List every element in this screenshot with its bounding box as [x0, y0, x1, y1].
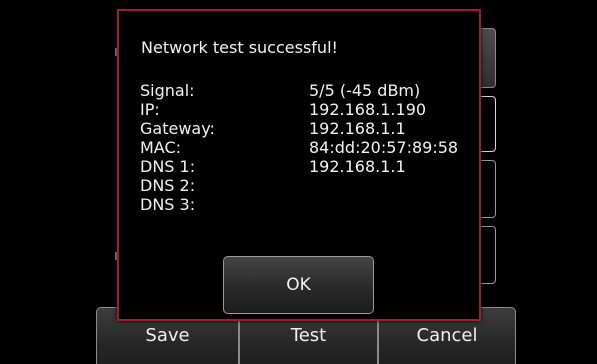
signal-row: Signal: 5/5 (-45 dBm) [140, 81, 470, 100]
signal-value: 5/5 (-45 dBm) [309, 81, 421, 100]
dns1-label: DNS 1: [140, 157, 196, 176]
network-test-dialog: Network test successful! Signal: 5/5 (-4… [117, 9, 481, 321]
dns1-row: DNS 1: 192.168.1.1 [140, 157, 470, 176]
mac-row: MAC: 84:dd:20:57:89:58 [140, 138, 470, 157]
dns1-value: 192.168.1.1 [309, 157, 406, 176]
dns2-row: DNS 2: [140, 176, 470, 195]
dns3-label: DNS 3: [140, 195, 196, 214]
dialog-message: Network test successful! [141, 38, 338, 57]
mac-label: MAC: [140, 138, 182, 157]
gateway-row: Gateway: 192.168.1.1 [140, 119, 470, 138]
ip-value: 192.168.1.190 [309, 100, 427, 119]
dns2-label: DNS 2: [140, 176, 196, 195]
ip-row: IP: 192.168.1.190 [140, 100, 470, 119]
mac-value: 84:dd:20:57:89:58 [309, 138, 459, 157]
gateway-label: Gateway: [140, 119, 215, 138]
ok-button[interactable]: OK [223, 256, 374, 314]
gateway-value: 192.168.1.1 [309, 119, 406, 138]
ip-label: IP: [140, 100, 160, 119]
dns3-row: DNS 3: [140, 195, 470, 214]
screen: Save Test Cancel Network test successful… [0, 0, 597, 364]
signal-label: Signal: [140, 81, 195, 100]
